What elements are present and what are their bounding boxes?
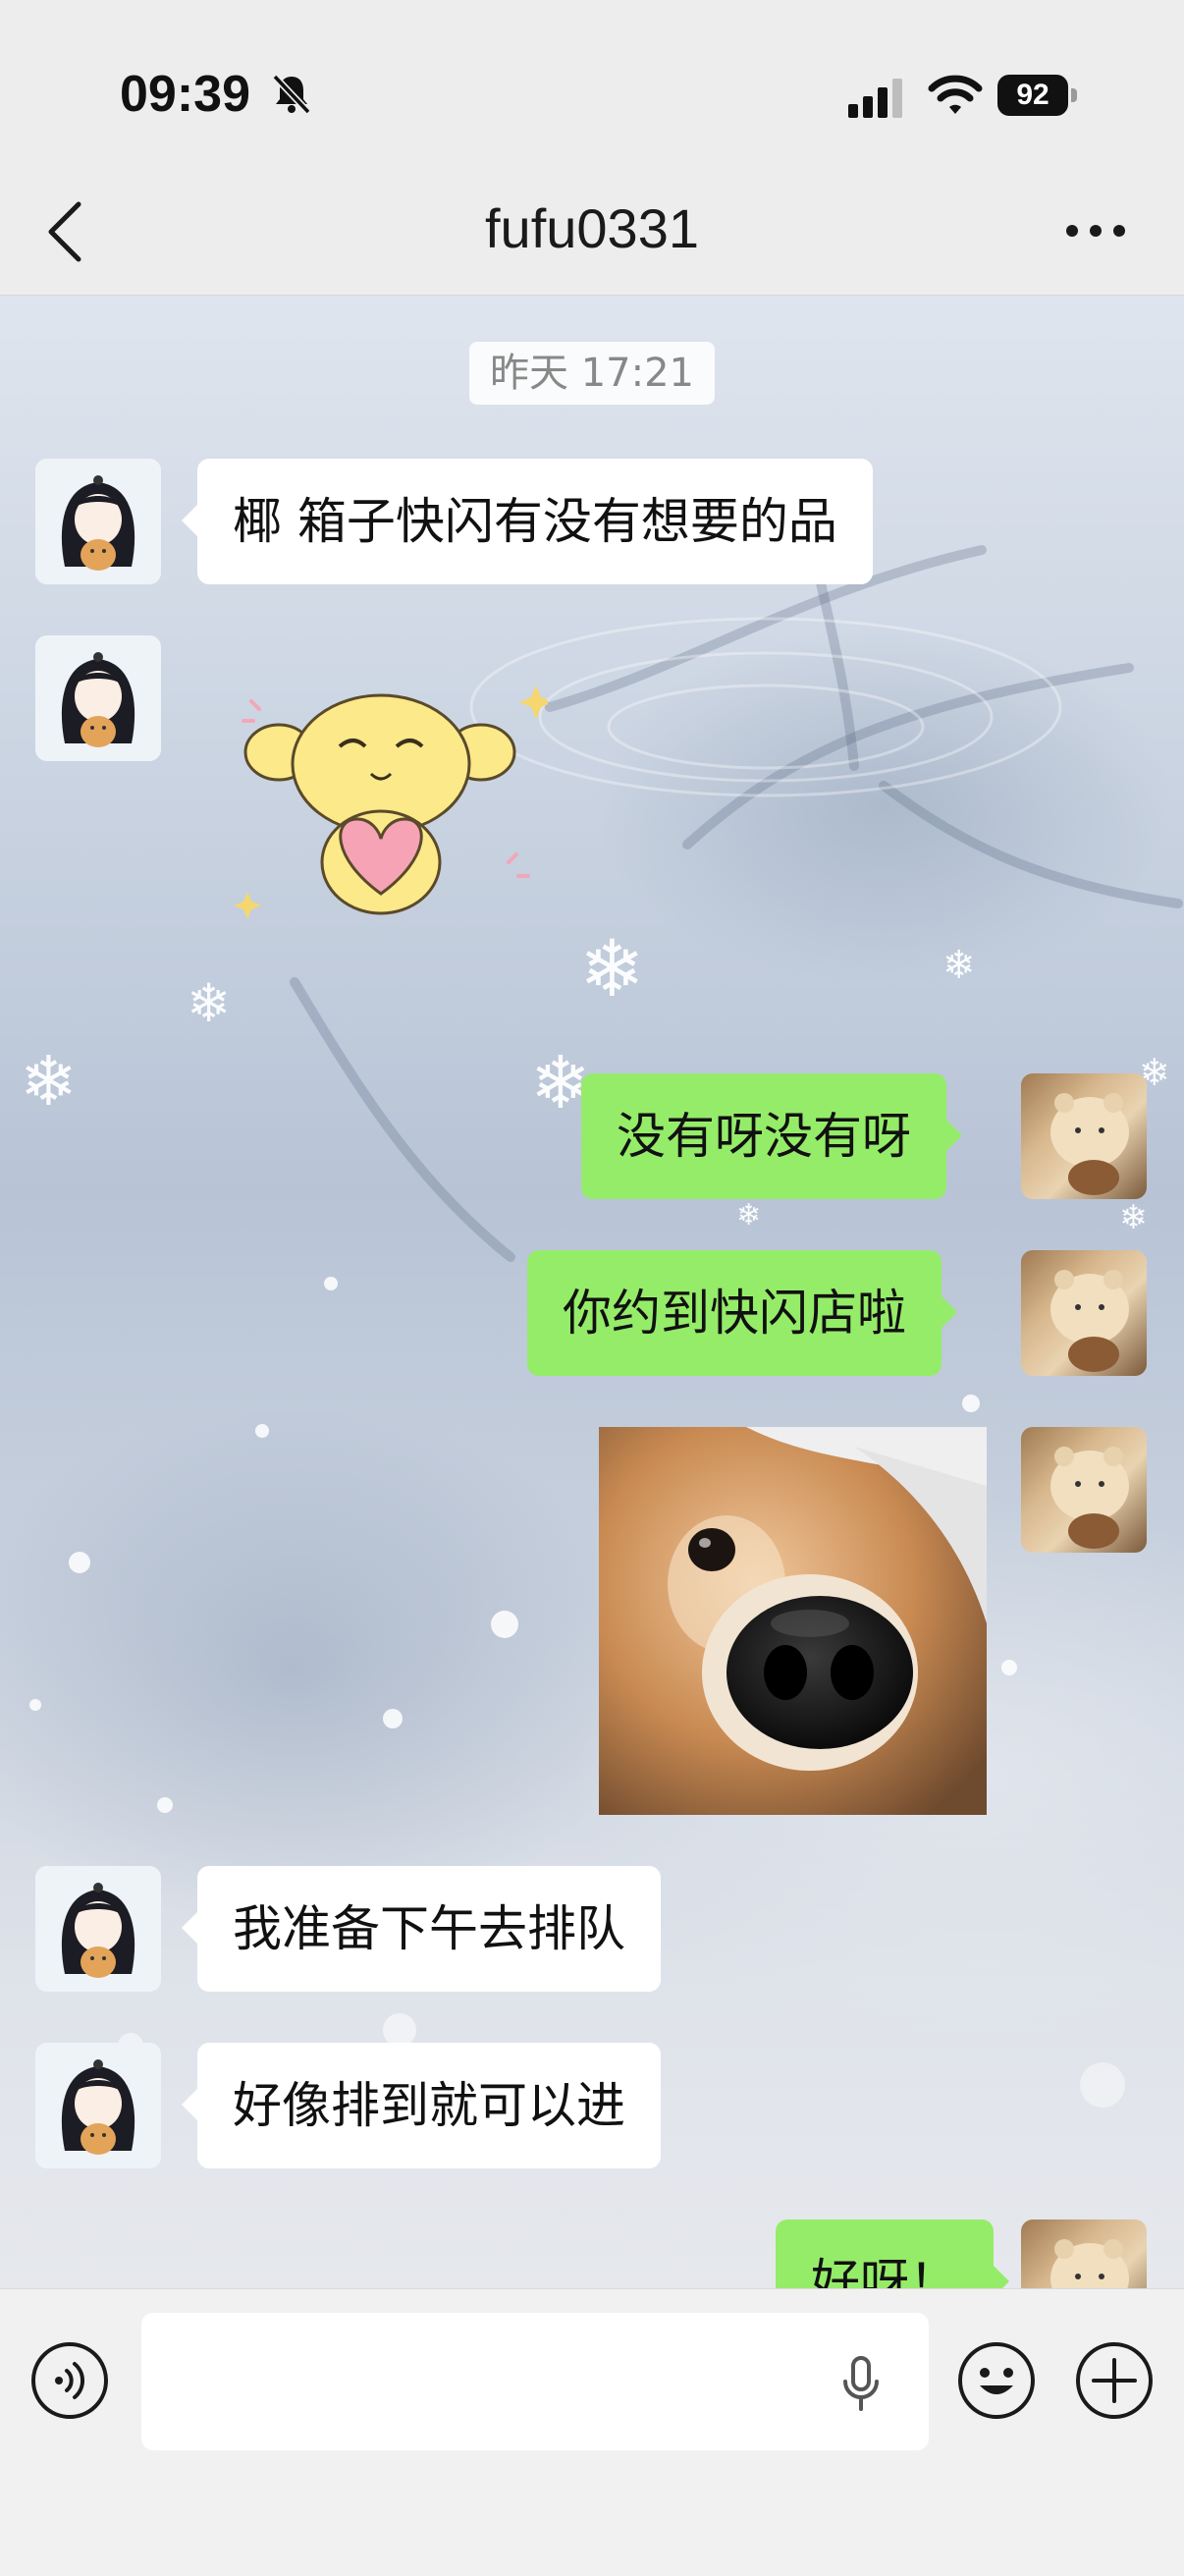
message-bubble-outgoing[interactable]: 你约到快闪店啦 (527, 1250, 957, 1376)
my-avatar[interactable] (1021, 1250, 1147, 1376)
contact-avatar[interactable] (35, 459, 161, 584)
message-bubble-incoming[interactable]: 我准备下午去排队 (182, 1866, 661, 1992)
chat-header: fufu0331 (0, 167, 1184, 296)
status-time: 09:39 (120, 66, 250, 123)
contact-avatar[interactable] (35, 2043, 161, 2168)
dog-photo[interactable] (599, 1427, 987, 1815)
snowflake-icon: ❄ (187, 972, 232, 1034)
snowflake-icon: ❄ (579, 923, 646, 1014)
snowflake-icon: ❄ (1119, 1198, 1148, 1237)
chat-title: fufu0331 (485, 197, 699, 259)
message-bubble-outgoing[interactable]: 没有呀没有呀 (581, 1073, 962, 1199)
bell-slash-icon (272, 74, 311, 115)
message-bubble-incoming[interactable]: 好像排到就可以进 (182, 2043, 661, 2168)
contact-avatar[interactable] (35, 1866, 161, 1992)
more-icon[interactable] (1060, 206, 1139, 255)
message-bubble-incoming[interactable]: 椰 箱子快闪有没有想要的品 (182, 459, 873, 584)
plus-icon[interactable] (1074, 2340, 1155, 2421)
message-input[interactable] (141, 2313, 929, 2450)
mic-icon[interactable] (836, 2354, 886, 2413)
voice-icon[interactable] (29, 2340, 110, 2421)
snowflake-icon: ❄ (736, 1198, 762, 1233)
battery-icon: 92 (997, 75, 1078, 116)
emoji-icon[interactable] (956, 2340, 1037, 2421)
input-bar (0, 2288, 1184, 2576)
snowflake-icon: ❄ (20, 1041, 78, 1122)
puppy-heart-sticker[interactable] (224, 666, 548, 931)
snowflake-icon: ❄ (942, 943, 976, 988)
my-avatar[interactable] (1021, 1073, 1147, 1199)
wifi-icon (928, 75, 983, 114)
my-avatar[interactable] (1021, 1427, 1147, 1553)
signal-icon (848, 79, 902, 118)
contact-avatar[interactable] (35, 635, 161, 761)
battery-level: 92 (997, 75, 1068, 116)
status-bar: 09:39 92 (0, 0, 1184, 187)
message-timestamp: 昨天 17:21 (469, 342, 715, 405)
